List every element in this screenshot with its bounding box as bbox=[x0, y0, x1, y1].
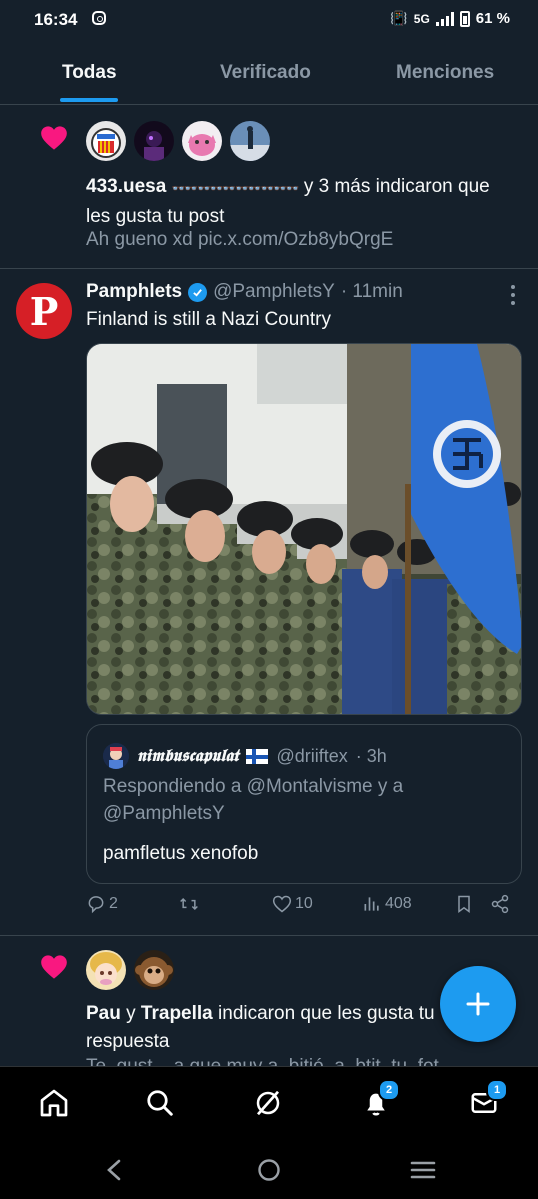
share-button[interactable] bbox=[490, 894, 510, 914]
tweet-time: · 11min bbox=[340, 281, 403, 302]
tab-menciones[interactable]: Menciones bbox=[396, 62, 494, 84]
quote-author-name[interactable]: 𝖓𝖎𝖒𝖇𝖚𝖘𝖈𝖆𝖕𝖚𝖑𝖆𝖙 bbox=[137, 746, 238, 766]
reply-icon bbox=[88, 896, 104, 914]
heart-outline-icon bbox=[272, 895, 292, 913]
finland-flag-icon bbox=[246, 748, 269, 764]
avatar[interactable] bbox=[230, 121, 270, 161]
tab-todas[interactable]: Todas bbox=[62, 62, 117, 84]
search-button[interactable] bbox=[142, 1085, 178, 1121]
repost-button[interactable] bbox=[178, 894, 203, 914]
recents-icon[interactable] bbox=[410, 1160, 436, 1180]
repost-icon bbox=[180, 897, 198, 911]
signal-icon bbox=[435, 11, 454, 26]
tab-verificado[interactable]: Verificado bbox=[220, 62, 311, 84]
liker-emoji: 👓👓👓👓👓👓👓👓👓👓 bbox=[171, 183, 300, 195]
battery-icon bbox=[459, 10, 470, 27]
bookmark-button[interactable] bbox=[454, 894, 474, 914]
author-handle[interactable]: @PamphletsY bbox=[213, 281, 335, 303]
system-nav-bar bbox=[0, 1140, 538, 1199]
avatar-letter: P bbox=[29, 289, 59, 334]
views-count: 408 bbox=[385, 895, 412, 912]
liker-name[interactable]: Trapella bbox=[141, 1003, 213, 1024]
conjunction: y bbox=[126, 1003, 136, 1024]
like-notification-text: 433.uesa 👓👓👓👓👓👓👓👓👓👓 y 3 más indicaron qu… bbox=[86, 173, 506, 230]
reply-button[interactable]: 2 bbox=[86, 894, 118, 914]
search-icon bbox=[147, 1090, 173, 1116]
soldiers-photo bbox=[87, 344, 521, 714]
heart-icon bbox=[41, 955, 67, 979]
avatar[interactable] bbox=[182, 121, 222, 161]
messages-badge: 1 bbox=[486, 1079, 508, 1101]
share-icon bbox=[491, 894, 509, 914]
home-circle-icon[interactable] bbox=[257, 1158, 281, 1182]
avatar[interactable] bbox=[86, 950, 126, 990]
tweet-text: Finland is still a Nazi Country bbox=[86, 309, 331, 330]
notifications-badge: 2 bbox=[378, 1079, 400, 1101]
compose-button[interactable] bbox=[440, 966, 516, 1042]
liker-name[interactable]: 433.uesa bbox=[86, 176, 166, 197]
battery-level: 61 % bbox=[475, 10, 510, 27]
status-bar: 16:34 📳 5G 61 % bbox=[0, 0, 538, 40]
avatar[interactable] bbox=[86, 121, 126, 161]
like-action-label: indicaron que les gusta tu respuesta bbox=[86, 1003, 435, 1052]
tweet-actions: 2 10 408 bbox=[86, 894, 522, 924]
instagram-icon bbox=[92, 11, 106, 25]
avatar[interactable]: P bbox=[16, 283, 72, 339]
active-tab-indicator bbox=[60, 98, 118, 102]
avatar[interactable] bbox=[134, 121, 174, 161]
quoted-tweet[interactable]: 𝖓𝖎𝖒𝖇𝖚𝖘𝖈𝖆𝖕𝖚𝖑𝖆𝖙 @driiftex · 3h Respondiend… bbox=[86, 724, 522, 884]
plus-icon bbox=[466, 992, 490, 1016]
quote-author-handle[interactable]: @driiftex bbox=[276, 746, 347, 767]
liker-avatars bbox=[86, 121, 270, 161]
messages-button[interactable]: 1 bbox=[466, 1079, 508, 1121]
tweet-image[interactable] bbox=[86, 343, 522, 715]
home-button[interactable] bbox=[36, 1085, 72, 1121]
heart-icon bbox=[41, 126, 67, 150]
liker-name[interactable]: Pau bbox=[86, 1003, 121, 1024]
reply-count: 2 bbox=[109, 895, 118, 912]
grok-icon bbox=[256, 1090, 280, 1116]
views-button[interactable]: 408 bbox=[362, 894, 412, 914]
like-count: 10 bbox=[295, 895, 313, 912]
reply-context: Respondiendo a @Montalvisme y a @Pamphle… bbox=[103, 776, 404, 824]
quote-time: · 3h bbox=[355, 745, 387, 766]
status-time: 16:34 bbox=[34, 10, 78, 29]
liked-post-preview: Te_gust__a que muy a_bitió_a_btit_tu_fot… bbox=[86, 1056, 465, 1066]
home-icon bbox=[40, 1089, 68, 1117]
tweet[interactable]: P Pamphlets @PamphletsY · 11min Finland … bbox=[0, 269, 538, 936]
notification-tabs: Todas Verificado Menciones bbox=[0, 40, 538, 105]
like-notification[interactable]: 433.uesa 👓👓👓👓👓👓👓👓👓👓 y 3 más indicaron qu… bbox=[0, 105, 538, 269]
tweet-header: Pamphlets @PamphletsY · 11min bbox=[86, 281, 403, 303]
views-icon bbox=[364, 897, 379, 911]
grok-button[interactable] bbox=[250, 1085, 286, 1121]
author-name[interactable]: Pamphlets bbox=[86, 281, 182, 303]
vibrate-icon: 📳 bbox=[390, 10, 408, 26]
verified-badge-icon bbox=[188, 282, 208, 302]
like-notification-text: Pau y Trapella indicaron que les gusta t… bbox=[86, 1000, 446, 1056]
bottom-nav: 2 1 bbox=[0, 1066, 538, 1141]
and-more-label: y 3 más bbox=[303, 176, 371, 197]
quote-header: 𝖓𝖎𝖒𝖇𝖚𝖘𝖈𝖆𝖕𝖚𝖑𝖆𝖙 @driiftex · 3h bbox=[103, 743, 387, 769]
bookmark-icon bbox=[458, 895, 470, 913]
back-icon[interactable] bbox=[104, 1158, 124, 1182]
liker-avatars bbox=[86, 950, 174, 990]
liked-post-preview: Ah gueno xd pic.x.com/Ozb8ybQrgE bbox=[86, 229, 394, 250]
quote-text: pamfletus xenofob bbox=[103, 843, 259, 864]
status-indicators: 📳 5G 61 % bbox=[390, 10, 510, 27]
network-label: 5G bbox=[413, 11, 430, 26]
like-button[interactable]: 10 bbox=[272, 894, 313, 914]
notifications-button[interactable]: 2 bbox=[358, 1079, 400, 1121]
avatar[interactable] bbox=[103, 743, 129, 769]
avatar[interactable] bbox=[134, 950, 174, 990]
more-options-icon[interactable] bbox=[510, 285, 516, 305]
